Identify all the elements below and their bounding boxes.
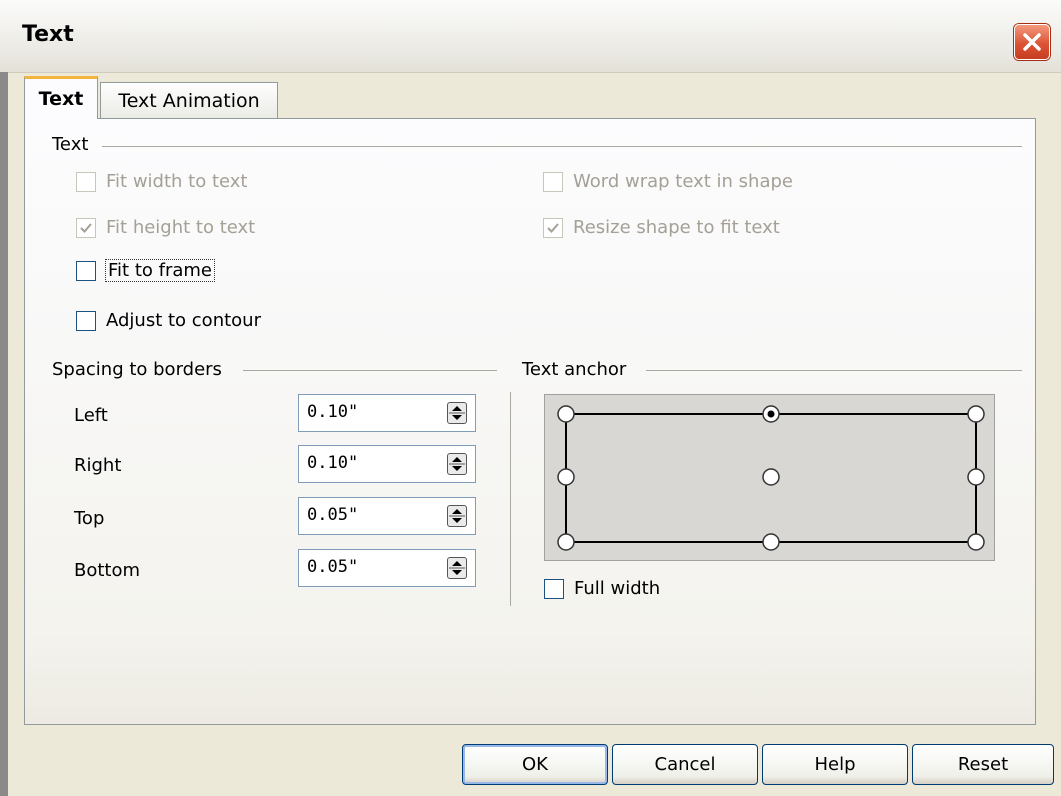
right-value: 0.10" <box>307 453 359 473</box>
dialog-title: Text <box>22 22 74 47</box>
top-value: 0.05" <box>307 505 359 525</box>
resize-shape-checkbox[interactable] <box>543 217 563 238</box>
anchor-frame <box>557 405 985 551</box>
close-button[interactable] <box>1014 24 1050 60</box>
window-edge <box>0 72 8 796</box>
checkmark-icon <box>547 222 559 233</box>
fit-height-label: Fit height to text <box>106 217 256 238</box>
fit-width-checkbox[interactable] <box>76 171 96 192</box>
full-width-label: Full width <box>574 578 661 599</box>
fit-frame-option[interactable]: Fit to frame <box>76 259 215 282</box>
text-group-rule <box>102 146 1022 147</box>
right-spinbox[interactable]: 0.10" <box>298 445 476 483</box>
full-width-option[interactable]: Full width <box>544 578 660 599</box>
anchor-bottom-right[interactable] <box>967 533 985 551</box>
fit-height-option[interactable]: Fit height to text <box>76 217 255 238</box>
bottom-spin-arrows-icon[interactable] <box>447 557 467 579</box>
right-label: Right <box>74 455 122 476</box>
fit-frame-label: Fit to frame <box>105 259 215 282</box>
top-spinbox[interactable]: 0.05" <box>298 497 476 535</box>
bottom-spinbox[interactable]: 0.05" <box>298 549 476 587</box>
resize-shape-option[interactable]: Resize shape to fit text <box>543 217 780 238</box>
anchor-top-center[interactable] <box>762 405 780 423</box>
adjust-contour-option[interactable]: Adjust to contour <box>76 310 261 331</box>
anchor-group-label: Text anchor <box>522 359 627 380</box>
bottom-label: Bottom <box>74 560 141 581</box>
anchor-middle-left[interactable] <box>557 468 575 486</box>
word-wrap-checkbox[interactable] <box>543 171 563 192</box>
fit-width-option[interactable]: Fit width to text <box>76 171 247 192</box>
tab-text[interactable]: Text <box>24 76 98 119</box>
reset-button[interactable]: Reset <box>912 744 1054 785</box>
right-spin-arrows-icon[interactable] <box>447 453 467 475</box>
checkmark-icon <box>80 222 92 233</box>
help-button[interactable]: Help <box>762 744 908 785</box>
anchor-bottom-left[interactable] <box>557 533 575 551</box>
fit-frame-checkbox[interactable] <box>76 260 96 281</box>
ok-button[interactable]: OK <box>462 744 608 785</box>
resize-shape-label: Resize shape to fit text <box>573 217 780 238</box>
spacing-group-label: Spacing to borders <box>52 359 222 380</box>
fit-width-label: Fit width to text <box>106 171 248 192</box>
text-group-label: Text <box>52 134 89 155</box>
left-label: Left <box>74 405 108 426</box>
fit-height-checkbox[interactable] <box>76 217 96 238</box>
text-anchor-selector <box>544 394 995 561</box>
adjust-contour-checkbox[interactable] <box>76 310 96 331</box>
text-dialog: Text Text Text Animation Text Fit width … <box>0 0 1061 796</box>
top-spin-arrows-icon[interactable] <box>447 505 467 527</box>
anchor-group-rule <box>646 370 1022 371</box>
full-width-checkbox[interactable] <box>544 578 564 599</box>
anchor-middle-right[interactable] <box>967 468 985 486</box>
left-spinbox[interactable]: 0.10" <box>298 394 476 432</box>
left-spin-arrows-icon[interactable] <box>447 402 467 424</box>
adjust-contour-label: Adjust to contour <box>106 310 261 331</box>
spacing-group-rule <box>243 370 497 371</box>
word-wrap-label: Word wrap text in shape <box>573 171 793 192</box>
word-wrap-option[interactable]: Word wrap text in shape <box>543 171 793 192</box>
tab-text-animation[interactable]: Text Animation <box>100 82 278 118</box>
top-label: Top <box>74 508 105 529</box>
left-value: 0.10" <box>307 402 359 422</box>
bottom-value: 0.05" <box>307 557 359 577</box>
close-icon <box>1023 33 1041 51</box>
anchor-top-left[interactable] <box>557 405 575 423</box>
anchor-top-right[interactable] <box>967 405 985 423</box>
anchor-center[interactable] <box>762 468 780 486</box>
group-separator <box>510 392 511 606</box>
cancel-button[interactable]: Cancel <box>612 744 758 785</box>
anchor-bottom-center[interactable] <box>762 533 780 551</box>
title-bar: Text <box>0 0 1061 73</box>
